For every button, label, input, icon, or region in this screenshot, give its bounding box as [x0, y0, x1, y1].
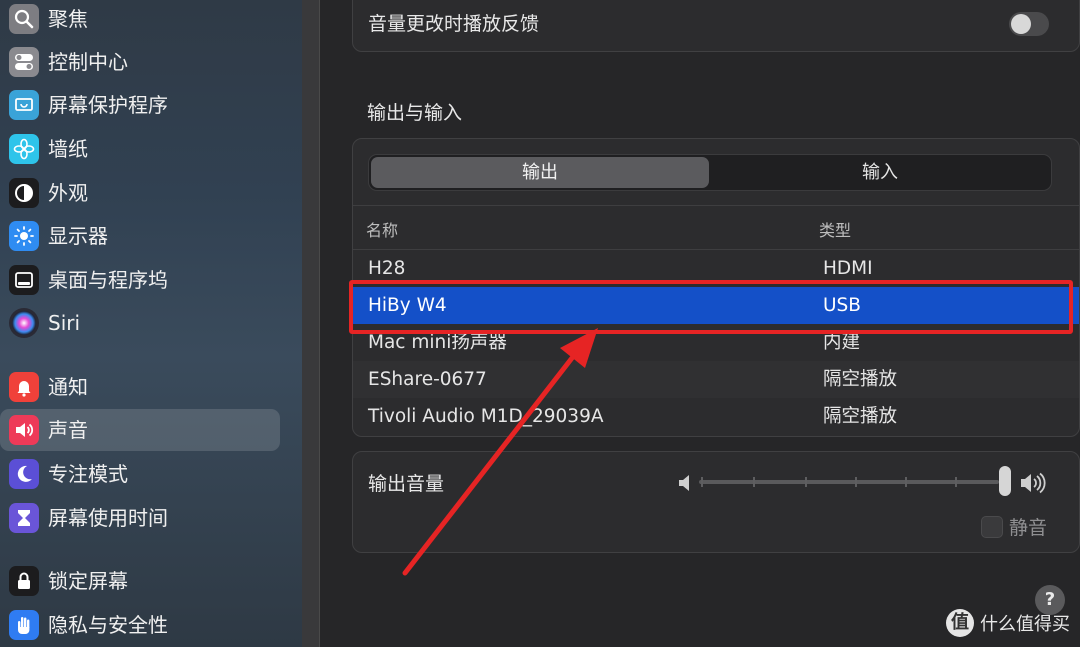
watermark: 值 什么值得买 — [946, 608, 1070, 638]
tab-output[interactable]: 输出 — [371, 157, 709, 188]
sidebar: 聚焦 控制中心 屏幕保护程序 墙纸 外观 显示器 桌面与程序坞 Siri 通知 … — [0, 0, 302, 647]
sidebar-item-displays[interactable]: 显示器 — [0, 215, 280, 257]
hourglass-icon — [9, 503, 39, 533]
flower-icon — [9, 134, 39, 164]
tab-input[interactable]: 输入 — [711, 157, 1049, 188]
annotation-highlight-box — [349, 280, 1073, 334]
speaker-icon — [9, 415, 39, 445]
siri-icon — [9, 308, 39, 338]
sidebar-item-sound[interactable]: 声音 — [0, 409, 280, 451]
sidebar-item-privacy[interactable]: 隐私与安全性 — [0, 604, 280, 646]
sidebar-item-label: 控制中心 — [48, 50, 128, 74]
lock-icon — [9, 566, 39, 596]
sidebar-item-label: 隐私与安全性 — [48, 613, 168, 637]
sidebar-item-label: 显示器 — [48, 224, 108, 248]
sidebar-item-siri[interactable]: Siri — [0, 302, 280, 344]
column-header-type[interactable]: 类型 — [819, 217, 851, 241]
watermark-logo: 值 — [946, 609, 974, 637]
output-input-segmented-control: 输出 输入 — [368, 154, 1052, 191]
sidebar-item-appearance[interactable]: 外观 — [0, 172, 280, 214]
hand-icon — [9, 610, 39, 640]
dock-icon — [9, 265, 39, 295]
slider-tick — [905, 477, 907, 487]
device-name: EShare-0677 — [368, 369, 487, 390]
sidebar-item-screen-time[interactable]: 屏幕使用时间 — [0, 497, 280, 539]
mute-label: 静音 — [1009, 517, 1048, 539]
bell-icon — [9, 372, 39, 402]
sidebar-edge — [302, 0, 320, 647]
device-name: Tivoli Audio M1D_29039A — [368, 406, 604, 427]
sidebar-item-label: 桌面与程序坞 — [48, 268, 168, 292]
sun-icon — [9, 221, 39, 251]
slider-tick — [701, 477, 703, 487]
toggle-knob — [1011, 14, 1031, 34]
watermark-text: 什么值得买 — [980, 614, 1070, 635]
appearance-icon — [9, 178, 39, 208]
sidebar-item-label: 外观 — [48, 181, 88, 205]
mute-checkbox[interactable] — [981, 516, 1003, 538]
sidebar-item-label: 屏幕使用时间 — [48, 506, 168, 530]
volume-slider-track[interactable] — [699, 480, 999, 484]
volume-slider-knob[interactable] — [999, 466, 1011, 496]
screensaver-icon — [9, 90, 39, 120]
table-row[interactable]: EShare-0677 隔空播放 — [353, 361, 1079, 398]
table-row[interactable]: Tivoli Audio M1D_29039A 隔空播放 — [353, 398, 1079, 435]
device-type: 隔空播放 — [823, 406, 898, 427]
sidebar-item-label: 通知 — [48, 375, 88, 399]
slider-tick — [855, 477, 857, 487]
speaker-low-icon — [678, 474, 694, 496]
sidebar-item-lock-screen[interactable]: 锁定屏幕 — [0, 560, 280, 602]
sidebar-item-label: 声音 — [48, 418, 88, 442]
sidebar-item-label: 专注模式 — [48, 462, 128, 486]
feedback-toggle[interactable] — [1009, 12, 1049, 36]
column-header-name[interactable]: 名称 — [366, 217, 398, 241]
section-title: 输出与输入 — [367, 102, 463, 124]
sidebar-item-label: 锁定屏幕 — [48, 569, 128, 593]
sidebar-item-label: 墙纸 — [48, 137, 88, 161]
sidebar-item-control-center[interactable]: 控制中心 — [0, 41, 280, 83]
device-type: 隔空播放 — [823, 369, 898, 390]
sidebar-item-wallpaper[interactable]: 墙纸 — [0, 128, 280, 170]
volume-label: 输出音量 — [368, 473, 445, 495]
sidebar-item-spotlight[interactable]: 聚焦 — [0, 0, 280, 40]
slider-tick — [805, 477, 807, 487]
moon-icon — [9, 459, 39, 489]
sidebar-item-desktop-dock[interactable]: 桌面与程序坞 — [0, 259, 280, 301]
toggles-icon — [9, 47, 39, 77]
slider-tick — [955, 477, 957, 487]
magnifier-icon — [9, 4, 39, 34]
sidebar-item-notifications[interactable]: 通知 — [0, 366, 280, 408]
sidebar-item-focus[interactable]: 专注模式 — [0, 453, 280, 495]
sidebar-item-label: 聚焦 — [48, 7, 88, 31]
sidebar-item-label: 屏幕保护程序 — [48, 93, 168, 117]
volume-card: 输出音量 静音 — [352, 451, 1080, 553]
speaker-high-icon — [1020, 472, 1048, 498]
sidebar-item-screensaver[interactable]: 屏幕保护程序 — [0, 84, 280, 126]
sidebar-item-label: Siri — [48, 311, 81, 335]
feedback-label: 音量更改时播放反馈 — [368, 13, 540, 35]
slider-tick — [753, 477, 755, 487]
divider — [353, 205, 1079, 206]
feedback-card: 音量更改时播放反馈 — [352, 0, 1080, 52]
